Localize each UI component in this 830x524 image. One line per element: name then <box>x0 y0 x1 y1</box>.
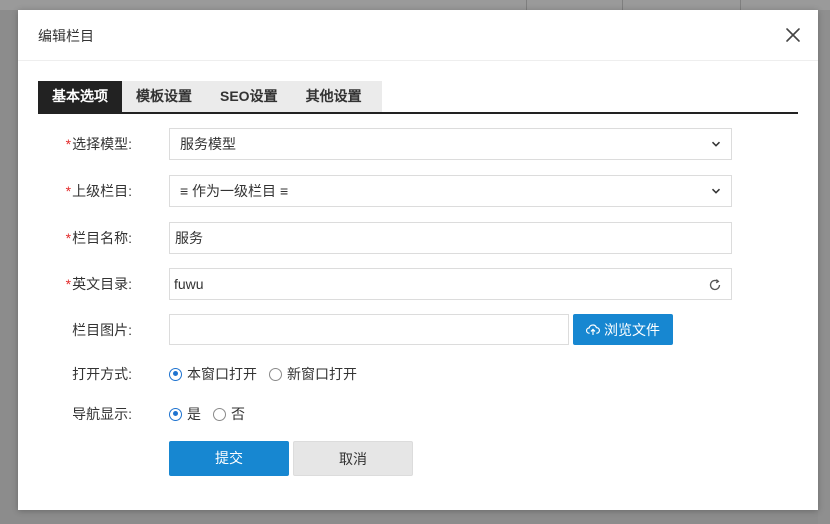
tab-basic-options[interactable]: 基本选项 <box>38 81 122 112</box>
form-row-name: *栏目名称: 服务 <box>18 222 818 254</box>
nav-show-label: 导航显示: <box>72 406 132 422</box>
background-cell <box>740 0 830 10</box>
refresh-icon[interactable] <box>708 278 722 292</box>
dialog-header: 编辑栏目 <box>18 10 818 61</box>
close-icon[interactable] <box>782 24 804 46</box>
background-overlay <box>818 10 830 524</box>
nav-show-radio-group: 是 否 <box>169 398 257 430</box>
model-select[interactable]: 服务模型 <box>169 128 732 160</box>
dir-label: *英文目录: <box>65 276 132 292</box>
browse-file-button[interactable]: 浏览文件 <box>573 314 673 345</box>
dialog-title: 编辑栏目 <box>38 28 94 44</box>
radio-checked-icon <box>169 367 182 381</box>
nav-show-yes-radio[interactable]: 是 <box>169 404 201 424</box>
open-mode-label: 打开方式: <box>72 366 132 382</box>
required-mark: * <box>65 230 72 246</box>
image-path-input[interactable] <box>169 314 569 345</box>
browse-file-label: 浏览文件 <box>604 321 660 338</box>
background-page <box>0 0 830 10</box>
tab-template-settings[interactable]: 模板设置 <box>122 81 206 112</box>
radio-unchecked-icon <box>213 407 226 421</box>
required-mark: * <box>65 136 72 152</box>
tab-bar: 基本选项 模板设置 SEO设置 其他设置 <box>38 81 798 114</box>
nav-show-no-radio[interactable]: 否 <box>213 404 245 424</box>
chevron-down-icon <box>711 188 721 194</box>
radio-checked-icon <box>169 407 182 421</box>
submit-button[interactable]: 提交 <box>169 441 289 476</box>
model-select-value: 服务模型 <box>180 136 236 152</box>
column-name-value: 服务 <box>175 230 203 246</box>
form-row-image: 栏目图片: 浏览文件 <box>18 314 818 346</box>
edit-column-dialog: 编辑栏目 基本选项 模板设置 SEO设置 其他设置 *选择模型: 服务模型 *上 <box>18 10 818 510</box>
required-mark: * <box>65 183 72 199</box>
tab-seo-settings[interactable]: SEO设置 <box>206 81 292 112</box>
name-label: *栏目名称: <box>65 230 132 246</box>
english-dir-value: fuwu <box>174 276 204 292</box>
form-row-nav-show: 导航显示: 是 否 <box>18 398 818 430</box>
form-row-parent: *上级栏目: ≡ 作为一级栏目 ≡ <box>18 175 818 207</box>
required-mark: * <box>65 276 72 292</box>
parent-select[interactable]: ≡ 作为一级栏目 ≡ <box>169 175 732 207</box>
model-label: *选择模型: <box>65 136 132 152</box>
cancel-button[interactable]: 取消 <box>293 441 413 476</box>
background-cell <box>526 0 623 10</box>
image-label: 栏目图片: <box>72 322 132 338</box>
background-cell <box>622 0 741 10</box>
form-row-open-mode: 打开方式: 本窗口打开 新窗口打开 <box>18 358 818 390</box>
parent-label: *上级栏目: <box>65 183 132 199</box>
cloud-upload-icon <box>586 324 600 335</box>
chevron-down-icon <box>711 141 721 147</box>
open-mode-new-window-radio[interactable]: 新窗口打开 <box>269 364 357 384</box>
radio-unchecked-icon <box>269 367 282 381</box>
open-mode-radio-group: 本窗口打开 新窗口打开 <box>169 358 369 390</box>
form-actions: 提交 取消 <box>18 441 818 476</box>
open-mode-same-window-radio[interactable]: 本窗口打开 <box>169 364 257 384</box>
english-dir-input[interactable]: fuwu <box>169 268 732 300</box>
form-row-dir: *英文目录: fuwu <box>18 268 818 300</box>
form-row-model: *选择模型: 服务模型 <box>18 128 818 160</box>
column-name-input[interactable]: 服务 <box>169 222 732 254</box>
tab-other-settings[interactable]: 其他设置 <box>292 81 376 112</box>
parent-select-value: ≡ 作为一级栏目 ≡ <box>180 183 289 199</box>
